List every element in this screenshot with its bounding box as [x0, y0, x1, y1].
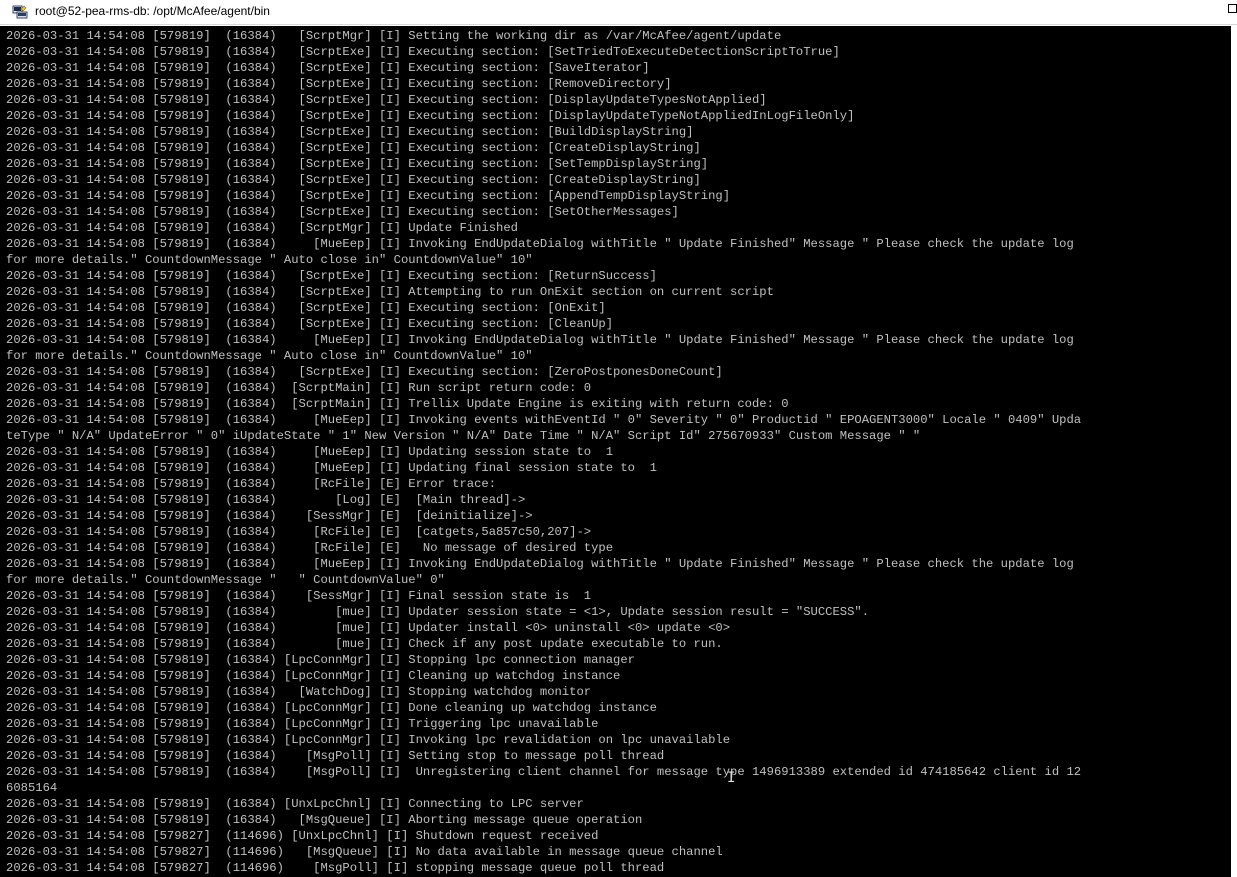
terminal-line: 2026-03-31 14:54:08 [579827] (114696) [M… [6, 861, 665, 875]
window-title: root@52-pea-rms-db: /opt/McAfee/agent/bi… [35, 4, 270, 18]
terminal-line: 2026-03-31 14:54:08 [579819] (16384) [Se… [6, 589, 592, 603]
terminal-line: 2026-03-31 14:54:08 [579819] (16384) [mu… [6, 605, 870, 619]
terminal-line: 2026-03-31 14:54:08 [579819] (16384) [Lp… [6, 653, 635, 667]
terminal-line: 2026-03-31 14:54:08 [579819] (16384) [Mu… [6, 461, 657, 475]
terminal-line: for more details." CountdownMessage " Au… [6, 253, 533, 267]
terminal-line: 2026-03-31 14:54:08 [579819] (16384) [Sc… [6, 157, 709, 171]
terminal-line: 2026-03-31 14:54:08 [579819] (16384) [Lp… [6, 701, 657, 715]
terminal-line: teType " N/A" UpdateError " 0" iUpdateSt… [6, 429, 921, 443]
terminal-line: 2026-03-31 14:54:08 [579819] (16384) [Lp… [6, 669, 621, 683]
terminal-line: for more details." CountdownMessage " " … [6, 573, 445, 587]
terminal-line: 2026-03-31 14:54:08 [579819] (16384) [Mu… [6, 237, 1074, 251]
terminal-line: 2026-03-31 14:54:08 [579819] (16384) [Sc… [6, 381, 592, 395]
terminal-line: 2026-03-31 14:54:08 [579819] (16384) [Sc… [6, 189, 731, 203]
terminal-line: 2026-03-31 14:54:08 [579819] (16384) [Sc… [6, 301, 606, 315]
terminal-line: 2026-03-31 14:54:08 [579819] (16384) [Sc… [6, 77, 672, 91]
terminal-line: 2026-03-31 14:54:08 [579819] (16384) [Sc… [6, 173, 701, 187]
terminal-line: 2026-03-31 14:54:08 [579819] (16384) [Sc… [6, 93, 767, 107]
terminal-line: 2026-03-31 14:54:08 [579819] (16384) [mu… [6, 621, 731, 635]
terminal-line: 2026-03-31 14:54:08 [579827] (114696) [M… [6, 845, 723, 859]
terminal-line: 2026-03-31 14:54:08 [579819] (16384) [Mu… [6, 557, 1074, 571]
restore-icon[interactable] [1228, 4, 1237, 13]
terminal-output[interactable]: 2026-03-31 14:54:08 [579819] (16384) [Sc… [0, 26, 1237, 877]
terminal-line: 2026-03-31 14:54:08 [579819] (16384) [Rc… [6, 541, 614, 555]
terminal-line: 2026-03-31 14:54:08 [579819] (16384) [Ms… [6, 765, 1082, 779]
terminal-line: 2026-03-31 14:54:08 [579819] (16384) [Mu… [6, 413, 1082, 427]
terminal-line: 2026-03-31 14:54:08 [579819] (16384) [Mu… [6, 333, 1074, 347]
terminal-line: 2026-03-31 14:54:08 [579819] (16384) [Un… [6, 797, 584, 811]
terminal-line: 2026-03-31 14:54:08 [579819] (16384) [Wa… [6, 685, 592, 699]
terminal-line: 2026-03-31 14:54:08 [579819] (16384) [Sc… [6, 125, 694, 139]
terminal-line: 2026-03-31 14:54:08 [579819] (16384) [Sc… [6, 141, 701, 155]
terminal-line: 2026-03-31 14:54:08 [579819] (16384) [Sc… [6, 285, 774, 299]
terminal-line: 2026-03-31 14:54:08 [579819] (16384) [Ms… [6, 813, 643, 827]
terminal-lines: 2026-03-31 14:54:08 [579819] (16384) [Sc… [6, 28, 1232, 876]
terminal-line: 2026-03-31 14:54:08 [579819] (16384) [Sc… [6, 365, 723, 379]
terminal-line: 2026-03-31 14:54:08 [579819] (16384) [Sc… [6, 45, 840, 59]
terminal-line: 6085164 [6, 781, 58, 795]
terminal-line: 2026-03-31 14:54:08 [579819] (16384) [Sc… [6, 397, 789, 411]
terminal-line: 2026-03-31 14:54:08 [579819] (16384) [Sc… [6, 109, 855, 123]
terminal-line: 2026-03-31 14:54:08 [579819] (16384) [Sc… [6, 269, 657, 283]
terminal-line: 2026-03-31 14:54:08 [579819] (16384) [Mu… [6, 445, 614, 459]
terminal-line: 2026-03-31 14:54:08 [579819] (16384) [Sc… [6, 205, 679, 219]
terminal-line: 2026-03-31 14:54:08 [579827] (114696) [U… [6, 829, 599, 843]
terminal-line: 2026-03-31 14:54:08 [579819] (16384) [Lp… [6, 717, 599, 731]
terminal-line: for more details." CountdownMessage " Au… [6, 349, 533, 363]
putty-terminal-icon[interactable] [12, 4, 28, 20]
terminal-line: 2026-03-31 14:54:08 [579819] (16384) [mu… [6, 637, 723, 651]
window-right-border [1231, 26, 1237, 877]
terminal-line: 2026-03-31 14:54:08 [579819] (16384) [Sc… [6, 317, 614, 331]
terminal-line: 2026-03-31 14:54:08 [579819] (16384) [Sc… [6, 29, 782, 43]
terminal-line: 2026-03-31 14:54:08 [579819] (16384) [Rc… [6, 477, 497, 491]
title-bar[interactable]: root@52-pea-rms-db: /opt/McAfee/agent/bi… [0, 0, 1237, 25]
terminal-line: 2026-03-31 14:54:08 [579819] (16384) [Ms… [6, 749, 665, 763]
terminal-line: 2026-03-31 14:54:08 [579819] (16384) [Sc… [6, 61, 650, 75]
terminal-line: 2026-03-31 14:54:08 [579819] (16384) [Lo… [6, 493, 526, 507]
terminal-line: 2026-03-31 14:54:08 [579819] (16384) [Lp… [6, 733, 731, 747]
i-beam-cursor-icon: I [727, 770, 736, 786]
terminal-line: 2026-03-31 14:54:08 [579819] (16384) [Sc… [6, 221, 518, 235]
terminal-line: 2026-03-31 14:54:08 [579819] (16384) [Rc… [6, 525, 592, 539]
terminal-line: 2026-03-31 14:54:08 [579819] (16384) [Se… [6, 509, 533, 523]
